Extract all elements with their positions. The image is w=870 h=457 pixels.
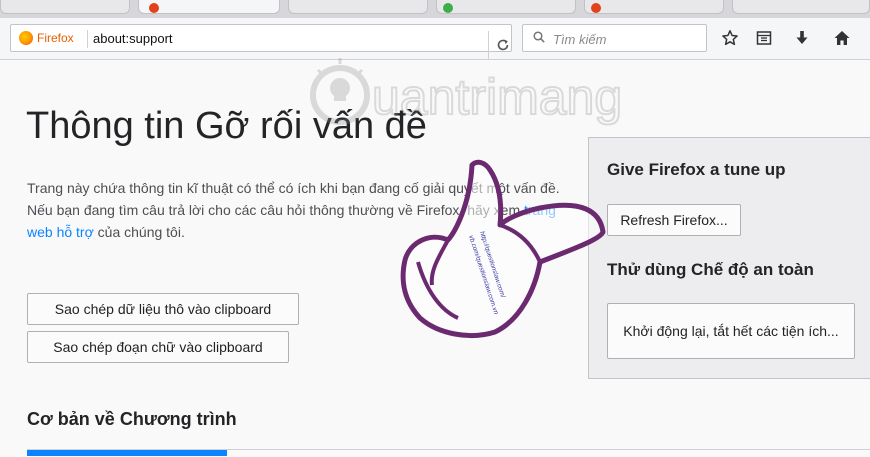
library-icon [756, 31, 772, 45]
tab-3[interactable] [288, 0, 428, 14]
bookmark-button[interactable] [718, 26, 742, 50]
home-button[interactable] [830, 26, 854, 50]
search-icon [533, 31, 545, 43]
reload-button[interactable] [488, 31, 516, 59]
identity-box[interactable]: Firefox [19, 31, 74, 45]
firefox-tab-icon [149, 3, 159, 13]
page-title: Thông tin Gỡ rối vấn đề [26, 105, 427, 147]
firefox-logo-icon [19, 31, 33, 45]
tab-favicon-icon [443, 3, 453, 13]
copy-raw-data-button[interactable]: Sao chép dữ liệu thô vào clipboard [27, 293, 299, 325]
url-text[interactable]: about:support [93, 31, 173, 46]
library-button[interactable] [752, 26, 776, 50]
intro-text-end: của chúng tôi. [93, 224, 185, 240]
search-placeholder: Tìm kiếm [553, 32, 607, 47]
intro-text: Trang này chứa thông tin kĩ thuật có thể… [27, 180, 560, 218]
identity-label: Firefox [37, 31, 74, 45]
refresh-firefox-button[interactable]: Refresh Firefox... [607, 204, 741, 236]
tab-4[interactable] [436, 0, 576, 14]
copy-text-button[interactable]: Sao chép đoạn chữ vào clipboard [27, 331, 289, 363]
tab-strip [0, 0, 870, 18]
download-arrow-icon [796, 31, 808, 44]
tab-5[interactable] [584, 0, 724, 14]
reload-icon [497, 39, 508, 51]
page-content: Thông tin Gỡ rối vấn đề Trang này chứa t… [10, 61, 870, 457]
bookmark-star-icon [722, 30, 738, 46]
tab-1[interactable] [0, 0, 130, 14]
home-icon [834, 31, 850, 45]
navigation-toolbar: Firefox about:support Tìm kiếm [0, 18, 870, 60]
section-heading: Cơ bản về Chương trình [27, 409, 237, 429]
safe-mode-heading: Thử dùng Chế độ an toàn [607, 260, 814, 279]
tab-active[interactable] [138, 0, 280, 14]
search-bar[interactable]: Tìm kiếm [522, 24, 707, 52]
url-bar[interactable]: Firefox about:support [10, 24, 512, 59]
firefox-tab-icon [591, 3, 601, 13]
identity-divider [87, 30, 88, 48]
table-header-accent [27, 450, 227, 456]
downloads-button[interactable] [790, 26, 814, 50]
tuneup-heading: Give Firefox a tune up [607, 160, 786, 179]
browser-window: Firefox about:support Tìm kiếm Thông tin… [0, 0, 870, 457]
application-basics-table [27, 449, 870, 457]
intro-paragraph: Trang này chứa thông tin kĩ thuật có thể… [27, 177, 579, 243]
action-box: Give Firefox a tune up Refresh Firefox..… [588, 137, 870, 379]
tab-6[interactable] [732, 0, 870, 14]
restart-safe-mode-button[interactable]: Khởi động lại, tắt hết các tiện ích... [607, 303, 855, 359]
